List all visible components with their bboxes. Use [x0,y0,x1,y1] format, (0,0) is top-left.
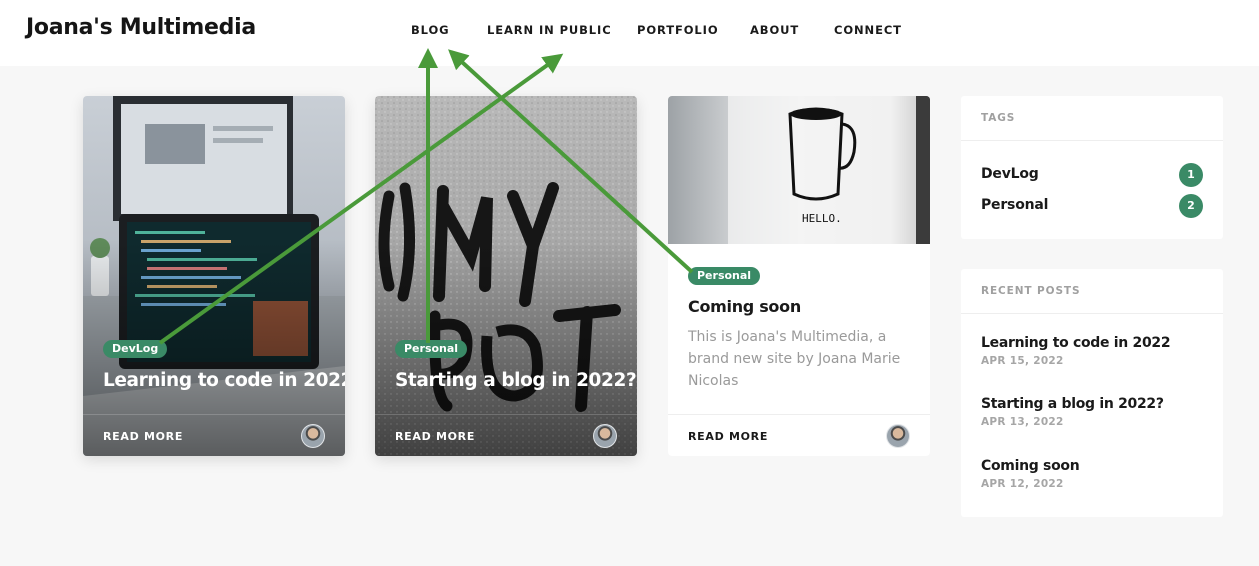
divider [961,140,1223,141]
card-footer: READ MORE [668,414,930,456]
tag-count-badge: 1 [1179,163,1203,187]
recent-post-date: APR 12, 2022 [981,478,1064,490]
read-more-link[interactable]: READ MORE [395,430,475,443]
recent-post-date: APR 15, 2022 [981,355,1064,367]
recent-post-title[interactable]: Learning to code in 2022 [981,335,1211,351]
site-header: Joana's Multimedia BLOG LEARN IN PUBLIC … [0,0,1259,66]
post-card-coming-soon[interactable]: HELLO. Personal Coming soon This is Joan… [668,96,930,456]
recent-posts-heading: RECENT POSTS [981,285,1081,297]
post-title[interactable]: Starting a blog in 2022? [395,370,637,391]
tag-item-personal[interactable]: Personal 2 [981,194,1203,218]
author-avatar[interactable] [593,424,617,448]
post-title[interactable]: Coming soon [688,297,801,316]
post-title[interactable]: Learning to code in 2022 [103,370,345,391]
recent-post-title[interactable]: Coming soon [981,458,1211,474]
tag-badge[interactable]: DevLog [103,340,168,358]
tag-item-devlog[interactable]: DevLog 1 [981,163,1203,187]
tag-count-badge: 2 [1179,194,1203,218]
divider [961,313,1223,314]
card-footer: READ MORE [83,414,345,456]
read-more-link[interactable]: READ MORE [103,430,183,443]
nav-blog[interactable]: BLOG [411,23,450,37]
site-title[interactable]: Joana's Multimedia [26,15,256,40]
read-more-link[interactable]: READ MORE [688,430,768,443]
author-avatar[interactable] [886,424,910,448]
recent-post-item[interactable]: Coming soon APR 12, 2022 [981,458,1211,490]
tags-heading: TAGS [981,112,1016,124]
mug-caption: HELLO. [802,212,842,225]
post-card-learning-to-code[interactable]: DevLog Learning to code in 2022 READ MOR… [83,96,345,456]
tag-name[interactable]: DevLog [981,166,1039,182]
recent-post-date: APR 13, 2022 [981,416,1064,428]
author-avatar[interactable] [301,424,325,448]
image-overlay [83,96,345,456]
recent-post-item[interactable]: Starting a blog in 2022? APR 13, 2022 [981,396,1211,428]
recent-posts-widget: RECENT POSTS Learning to code in 2022 AP… [961,269,1223,517]
tags-widget: TAGS DevLog 1 Personal 2 [961,96,1223,239]
nav-about[interactable]: ABOUT [750,23,799,37]
card-footer: READ MORE [375,414,637,456]
nav-learn-in-public[interactable]: LEARN IN PUBLIC [487,23,612,37]
nav-connect[interactable]: CONNECT [834,23,902,37]
post-excerpt: This is Joana's Multimedia, a brand new … [688,329,901,389]
post-card-starting-a-blog[interactable]: Personal Starting a blog in 2022? READ M… [375,96,637,456]
tag-badge[interactable]: Personal [688,267,761,285]
recent-post-item[interactable]: Learning to code in 2022 APR 15, 2022 [981,335,1211,367]
post-image-mug-towel: HELLO. [668,96,930,244]
tag-badge[interactable]: Personal [395,340,468,358]
image-overlay [375,96,637,456]
nav-portfolio[interactable]: PORTFOLIO [637,23,719,37]
tag-name[interactable]: Personal [981,197,1048,213]
recent-post-title[interactable]: Starting a blog in 2022? [981,396,1211,412]
